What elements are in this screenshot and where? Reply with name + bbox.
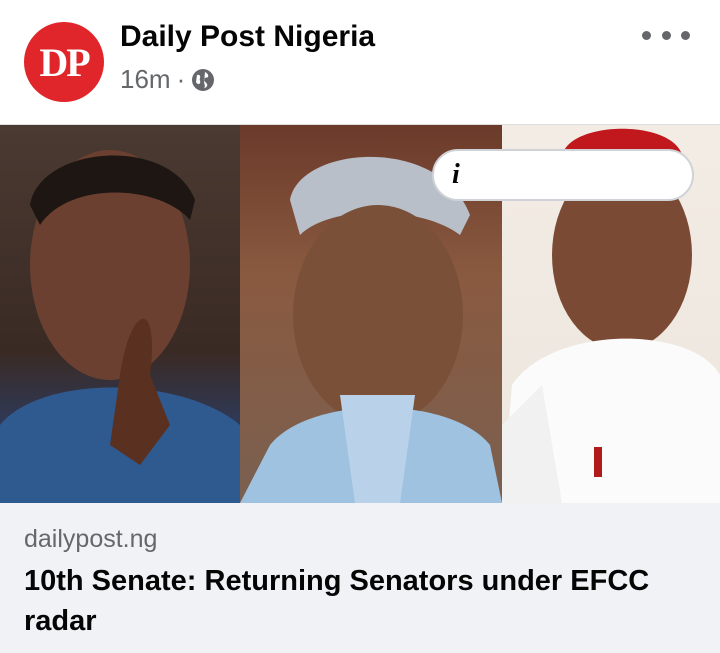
avatar-logo-text: DP: [39, 39, 90, 85]
link-preview[interactable]: dailypost.ng 10th Senate: Returning Sena…: [0, 503, 720, 653]
page-avatar[interactable]: DP: [24, 22, 104, 102]
more-dot-icon: [681, 30, 690, 40]
post-meta: 16m ·: [120, 64, 215, 95]
page-name[interactable]: Daily Post Nigeria: [120, 20, 375, 54]
more-options-button[interactable]: [642, 20, 690, 50]
link-title[interactable]: 10th Senate: Returning Senators under EF…: [24, 561, 684, 641]
more-dot-icon: [642, 30, 651, 40]
post-header: DP Daily Post Nigeria 16m ·: [0, 0, 720, 124]
link-domain: dailypost.ng: [24, 525, 158, 553]
post-timestamp[interactable]: 16m: [120, 64, 171, 95]
info-icon-letter: i: [452, 159, 460, 190]
more-dot-icon: [661, 30, 671, 40]
meta-separator: ·: [176, 64, 186, 94]
post-image[interactable]: i: [0, 124, 720, 504]
image-panel-left: [0, 125, 240, 503]
globe-icon: [191, 68, 215, 92]
info-icon[interactable]: i: [432, 149, 694, 201]
